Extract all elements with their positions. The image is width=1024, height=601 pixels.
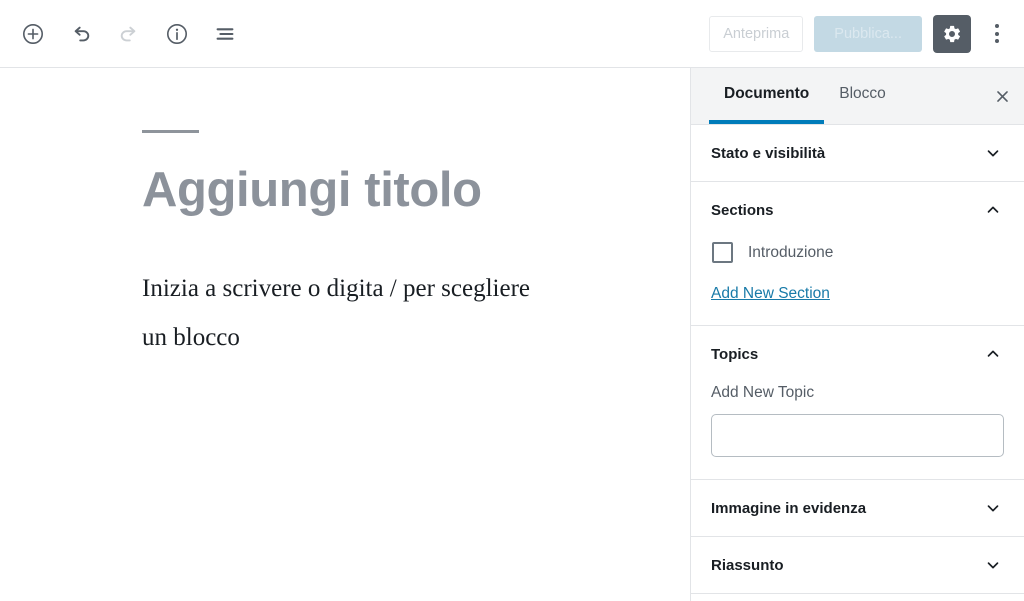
header-left-tools (14, 15, 244, 53)
panel-toggle-riassunto[interactable]: Riassunto (691, 537, 1024, 593)
panel-toggle-sections[interactable]: Sections (691, 182, 1024, 238)
checkbox-label: Introduzione (748, 243, 834, 261)
settings-sidebar: Documento Blocco Stato e visibilità Sect… (690, 68, 1024, 601)
panel-toggle-immagine-in-evidenza[interactable]: Immagine in evidenza (691, 480, 1024, 536)
section-checkbox-row[interactable]: Introduzione (711, 238, 1004, 263)
panel-title: Sections (711, 201, 774, 219)
kebab-dot-icon (995, 24, 999, 28)
panel-topics: Topics Add New Topic (691, 326, 1024, 480)
panel-title: Riassunto (711, 556, 784, 574)
panel-title: Topics (711, 345, 759, 363)
panel-toggle-topics[interactable]: Topics (691, 326, 1024, 382)
panel-body-sections: Introduzione Add New Section (691, 238, 1024, 325)
close-sidebar-button[interactable] (980, 68, 1024, 124)
tab-blocco[interactable]: Blocco (824, 68, 901, 124)
header-right-actions: Anteprima Pubblica... (709, 14, 1012, 53)
panel-title: Immagine in evidenza (711, 499, 867, 517)
undo-icon[interactable] (62, 15, 100, 53)
chevron-up-icon (984, 345, 1002, 363)
chevron-down-icon (984, 499, 1002, 517)
panel-sections: Sections Introduzione Add New Section (691, 182, 1024, 326)
add-block-icon[interactable] (14, 15, 52, 53)
panel-toggle-stato-e-visibilita[interactable]: Stato e visibilità (691, 125, 1024, 181)
publish-button[interactable]: Pubblica... (814, 15, 922, 52)
checkbox-introduzione[interactable] (712, 242, 733, 263)
add-new-section-link[interactable]: Add New Section (711, 285, 830, 303)
panel-title: Stato e visibilità (711, 144, 826, 162)
kebab-dot-icon (995, 31, 999, 36)
editor-header-toolbar: Anteprima Pubblica... (0, 0, 1024, 68)
chevron-down-icon (984, 556, 1002, 574)
list-view-icon[interactable] (206, 15, 244, 53)
settings-gear-button[interactable] (933, 14, 971, 53)
gutenberg-editor: Anteprima Pubblica... Aggiungi titolo In… (0, 0, 1024, 601)
editor-content-column: Aggiungi titolo Inizia a scrivere o digi… (142, 130, 552, 363)
info-icon[interactable] (158, 15, 196, 53)
more-options-button[interactable] (982, 15, 1012, 53)
editor-body: Aggiungi titolo Inizia a scrivere o digi… (0, 68, 1024, 601)
tab-documento[interactable]: Documento (709, 68, 825, 124)
gear-icon (944, 25, 961, 42)
title-separator-rule (142, 130, 199, 133)
panel-immagine-in-evidenza: Immagine in evidenza (691, 480, 1024, 537)
chevron-down-icon (984, 144, 1002, 162)
kebab-dot-icon (995, 39, 999, 43)
close-icon (996, 90, 1008, 102)
panel-body-topics: Add New Topic (691, 384, 1024, 479)
panel-riassunto: Riassunto (691, 537, 1024, 594)
add-new-topic-input[interactable] (711, 414, 1004, 457)
add-new-topic-label: Add New Topic (711, 384, 815, 401)
redo-icon[interactable] (110, 15, 148, 53)
post-title-input[interactable]: Aggiungi titolo (142, 162, 552, 218)
preview-button[interactable]: Anteprima (709, 15, 804, 52)
chevron-up-icon (984, 201, 1002, 219)
editor-canvas[interactable]: Aggiungi titolo Inizia a scrivere o digi… (0, 68, 690, 601)
panel-stato-e-visibilita: Stato e visibilità (691, 125, 1024, 182)
post-body-paragraph[interactable]: Inizia a scrivere o digita / per sceglie… (142, 265, 557, 363)
sidebar-tab-bar: Documento Blocco (691, 68, 1024, 125)
